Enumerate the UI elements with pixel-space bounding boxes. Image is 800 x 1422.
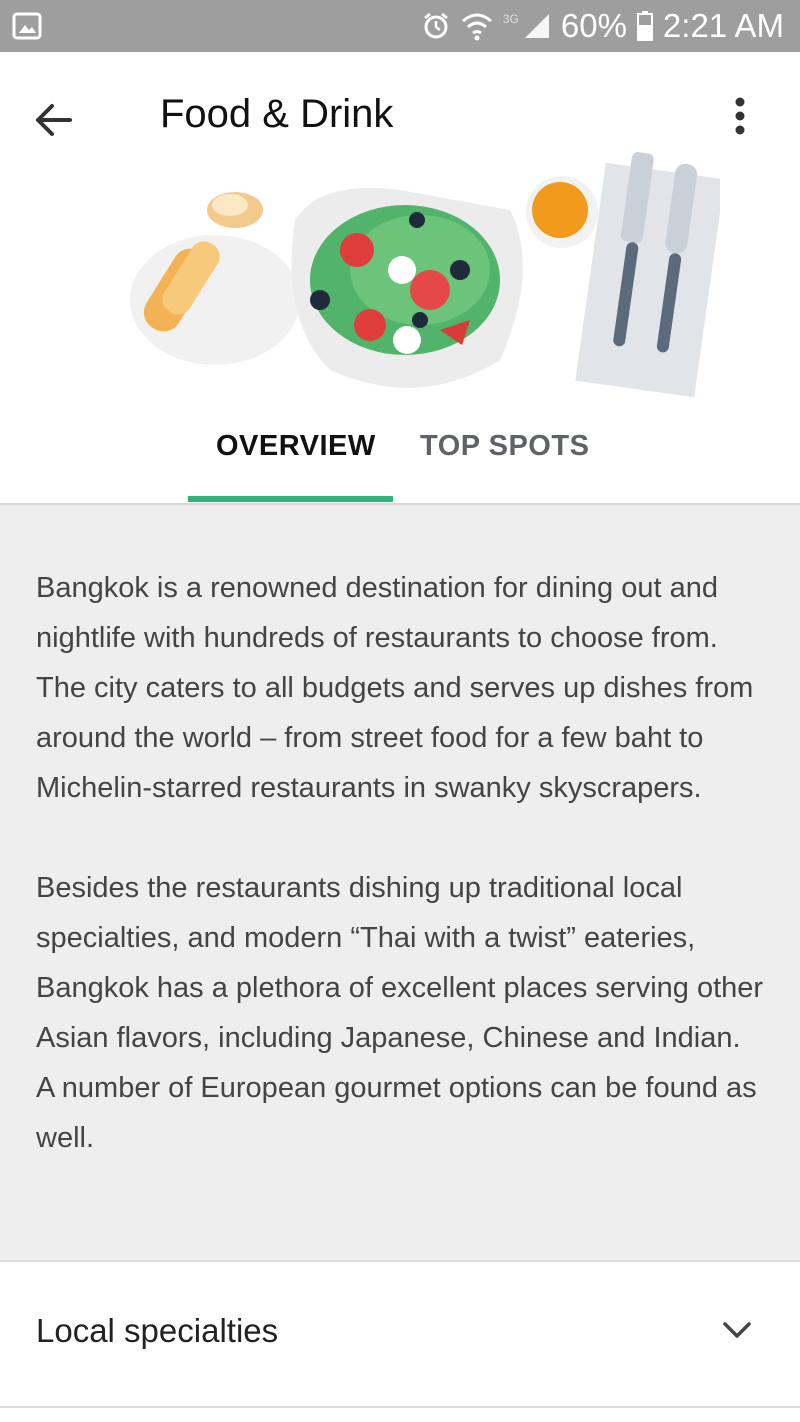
page-title: Food & Drink xyxy=(160,92,394,136)
gallery-icon xyxy=(12,12,42,40)
overview-paragraph: Bangkok is a renowned destination for di… xyxy=(36,572,754,804)
bottom-divider xyxy=(0,1406,800,1408)
salad xyxy=(310,205,500,355)
back-arrow-icon[interactable] xyxy=(28,92,84,148)
local-specialties-section[interactable]: Local specialties xyxy=(0,1262,800,1402)
food-illustration xyxy=(130,152,720,398)
overview-content: Bangkok is a renowned destination for di… xyxy=(0,505,800,1260)
tab-top-spots[interactable]: TOP SPOTS xyxy=(420,430,589,463)
battery-percentage: 60% xyxy=(560,7,627,44)
network-type-label: 3G xyxy=(502,12,519,26)
status-indicators: 3G 60% 2:21 AM xyxy=(421,0,784,52)
more-vert-icon[interactable] xyxy=(720,92,760,148)
wifi-icon xyxy=(461,13,492,41)
chevron-down-icon[interactable] xyxy=(722,1320,752,1340)
status-bar: 3G 60% 2:21 AM xyxy=(0,0,800,52)
tab-overview[interactable]: OVERVIEW xyxy=(216,430,376,463)
active-tab-indicator xyxy=(188,496,393,502)
battery-icon xyxy=(636,11,653,41)
signal-icon xyxy=(524,14,549,38)
alarm-icon xyxy=(423,12,448,39)
overview-paragraph: Besides the restaurants dishing up tradi… xyxy=(36,872,764,1154)
section-title: Local specialties xyxy=(36,1312,279,1349)
clock-time: 2:21 AM xyxy=(662,7,784,44)
tab-bar: OVERVIEW TOP SPOTS xyxy=(0,420,800,504)
